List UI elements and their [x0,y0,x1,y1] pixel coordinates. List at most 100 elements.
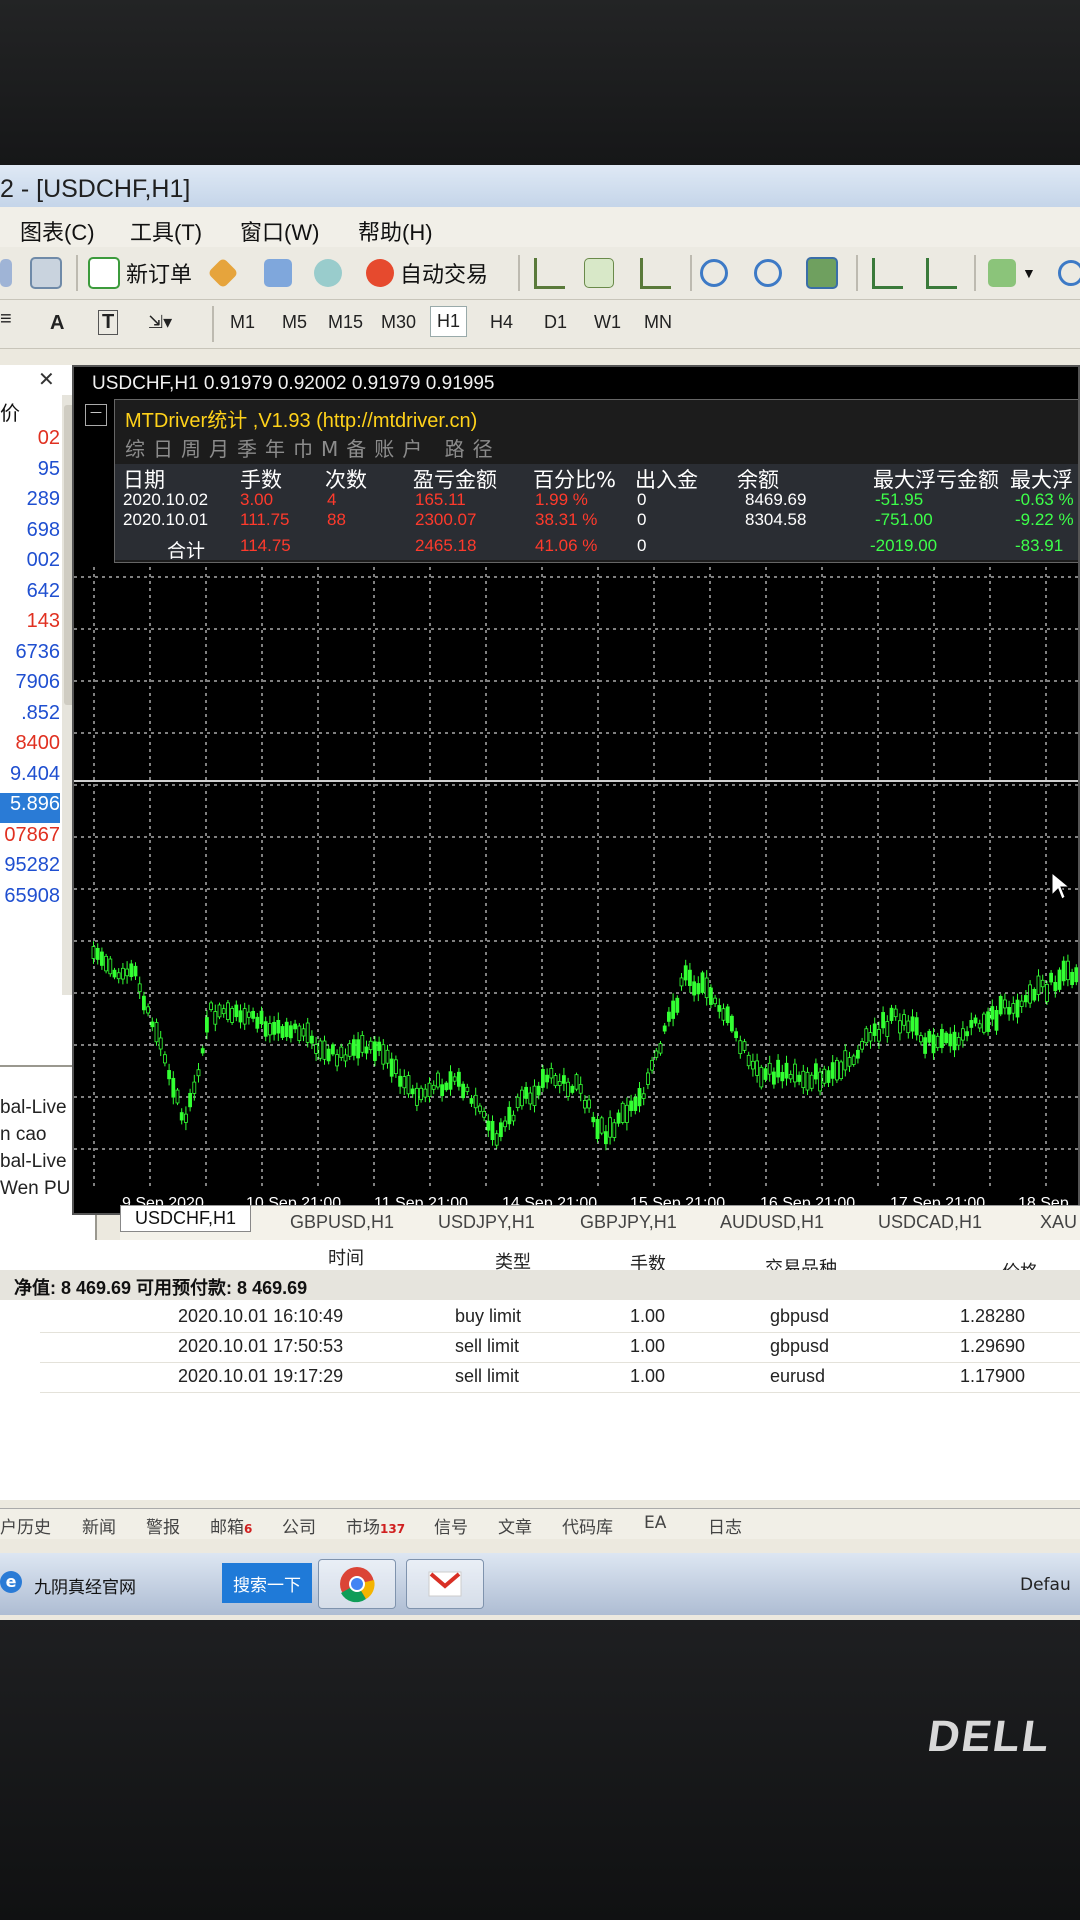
tf-m15[interactable]: M15 [328,312,363,333]
chrome-taskbar-button[interactable] [318,1559,396,1609]
browser-icon[interactable]: e [0,1571,22,1593]
close-icon[interactable]: ✕ [38,367,55,391]
terminal-tab[interactable]: 市场137 [346,1513,405,1538]
chart-tab[interactable]: AUDUSD,H1 [720,1212,824,1233]
menu-tools[interactable]: 工具(T) [130,215,202,247]
gmail-icon [428,1571,462,1597]
terminal-tab[interactable]: EA [644,1513,666,1533]
candle-body [788,1074,793,1080]
line-chart-button[interactable] [640,255,677,291]
chart-tab[interactable]: USDCHF,H1 [120,1206,252,1232]
bar-chart-button[interactable] [534,255,571,291]
quote-row[interactable]: 6736 [0,641,61,671]
candle-body [612,1122,617,1138]
quote-row[interactable]: 002 [0,549,60,579]
quote-row[interactable]: 143 [0,610,60,640]
menu-window[interactable]: 窗口(W) [240,215,319,247]
menu-help[interactable]: 帮助(H) [358,215,433,247]
zoom-in-button[interactable] [700,255,734,291]
profiles-button[interactable] [0,255,18,291]
candle-body [746,1054,751,1067]
arrows-icon[interactable]: ⇲▾ [148,312,172,333]
candle-body [977,1023,982,1029]
text-tool-icon[interactable]: A [50,312,64,335]
periods-button[interactable] [1058,255,1080,291]
quote-row[interactable]: 02 [0,427,60,457]
terminal-tab-label: 邮箱 [210,1518,244,1538]
meta-editor-button[interactable] [207,255,240,291]
taskbar-search-button[interactable]: 搜索一下 [222,1563,312,1603]
candle-body [305,1022,310,1043]
candle-body [322,1040,327,1060]
tf-m5[interactable]: M5 [282,312,307,333]
candle-chart-button[interactable] [584,255,620,291]
chart-shift-button[interactable] [872,255,909,291]
terminal-tab[interactable]: 警报 [146,1513,180,1538]
terminal-button[interactable] [264,255,298,291]
gmail-taskbar-button[interactable] [406,1559,484,1609]
candle-body [856,1049,860,1059]
price-chart[interactable]: USDCHF,H1 0.91979 0.92002 0.91979 0.9199… [72,365,1080,1215]
auto-scroll-button[interactable] [926,255,963,291]
terminal-tab[interactable]: 代码库 [562,1513,613,1538]
candle-body [146,1006,150,1014]
candle-body [738,1040,743,1055]
taskbar-site-link[interactable]: 九阴真经官网 [34,1573,136,1598]
new-order-button[interactable]: 新订单 [88,255,192,291]
candle-body [704,977,709,999]
tf-d1[interactable]: D1 [544,312,567,333]
candle-body [179,1112,184,1121]
tile-windows-button[interactable] [806,255,844,291]
minimize-icon[interactable]: — [85,404,107,426]
order-row[interactable]: 2020.10.01 19:17:29 sell limit 1.00 eurusd 1… [40,1362,1080,1393]
chart-tab[interactable]: USDCAD,H1 [878,1212,982,1233]
quote-row[interactable]: 698 [0,519,60,549]
quote-row[interactable]: 5.896 [0,793,60,823]
stats-tabs[interactable]: 综日周月季年巾M备账户 路径 [125,433,501,462]
quote-row[interactable]: 642 [0,580,60,610]
chart-tab[interactable]: XAU [1040,1212,1077,1233]
row1-max-loss: -51.95 [875,490,924,509]
text-label-icon[interactable]: T [98,310,119,335]
order-row[interactable]: 2020.10.01 17:50:53 sell limit 1.00 gbpusd 1… [40,1332,1080,1363]
col-time-header[interactable]: 时间 [328,1244,364,1270]
quote-row[interactable]: .852 [0,702,60,732]
terminal-tab[interactable]: 邮箱6 [210,1513,252,1538]
indicators-button[interactable]: ▼ [988,255,1036,291]
quote-row[interactable]: 7906 [0,671,61,701]
terminal-tab[interactable]: 文章 [498,1513,532,1538]
terminal-tab[interactable]: 户历史 [0,1513,51,1538]
terminal-tab[interactable]: 新闻 [82,1513,116,1538]
order-row[interactable]: 2020.10.01 16:10:49 buy limit 1.00 gbpusd 1.… [40,1302,1080,1333]
market-watch-button[interactable] [30,255,68,291]
account-item[interactable]: Wen PU [0,1178,70,1200]
quote-row[interactable]: 8400 [0,732,61,762]
chart-tab[interactable]: USDJPY,H1 [438,1212,535,1233]
chart-tab[interactable]: GBPJPY,H1 [580,1212,677,1233]
tf-w1[interactable]: W1 [594,312,621,333]
candle-body [1074,967,1078,983]
terminal-tab[interactable]: 信号 [434,1513,468,1538]
chart-tab[interactable]: GBPUSD,H1 [290,1212,394,1233]
account-item[interactable]: bal-Live [0,1151,67,1173]
quote-row[interactable]: 65908 [0,885,60,915]
tf-m30[interactable]: M30 [381,312,416,333]
quote-row[interactable]: 95 [0,458,60,488]
account-item[interactable]: bal-Live [0,1097,67,1119]
signals-button[interactable] [314,255,348,291]
tf-m1[interactable]: M1 [230,312,255,333]
quote-row[interactable]: 07867 [0,824,60,854]
quote-row[interactable]: 9.404 [0,763,60,793]
tf-mn[interactable]: MN [644,312,672,333]
auto-trading-button[interactable]: 自动交易 [366,255,488,291]
quote-row[interactable]: 95282 [0,854,60,884]
menu-chart[interactable]: 图表(C) [20,215,95,247]
tf-h1[interactable]: H1 [430,306,468,337]
terminal-tab[interactable]: 日志 [708,1513,742,1538]
fibo-icon[interactable]: ≡ [0,308,12,331]
zoom-out-button[interactable] [754,255,788,291]
tf-h4[interactable]: H4 [490,312,513,333]
account-item[interactable]: n cao [0,1124,46,1146]
terminal-tab[interactable]: 公司 [282,1513,316,1538]
quote-row[interactable]: 289 [0,488,60,518]
